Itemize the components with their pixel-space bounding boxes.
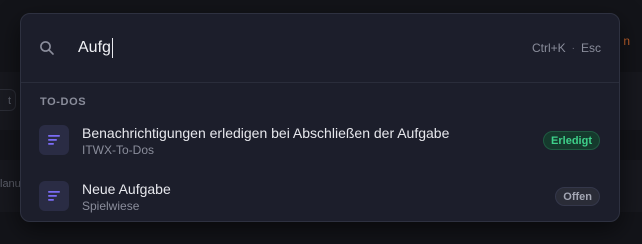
- background-label: lanu: [0, 178, 21, 190]
- background-chip: t: [0, 89, 16, 111]
- list-lines-icon: [48, 135, 60, 145]
- search-icon: [40, 41, 54, 55]
- item-icon-container: [39, 181, 69, 211]
- item-title: Neue Aufgabe: [82, 181, 171, 197]
- item-icon-container: [39, 125, 69, 155]
- shortcut-hint: Ctrl+K · Esc: [532, 41, 601, 55]
- item-text: Neue Aufgabe Spielwiese: [82, 180, 171, 214]
- status-badge: Offen: [555, 186, 600, 206]
- status-badge: Erledigt: [543, 130, 600, 150]
- section-heading: TO-DOS: [40, 96, 87, 108]
- background-accent-text: n: [623, 34, 630, 48]
- search-input-value: Aufg: [78, 39, 111, 56]
- result-item[interactable]: Benachrichtigungen erledigen bei Abschli…: [21, 114, 619, 166]
- list-lines-icon: [48, 191, 60, 201]
- shortcut-separator: ·: [571, 42, 575, 54]
- item-text: Benachrichtigungen erledigen bei Abschli…: [82, 124, 449, 158]
- text-caret: [111, 38, 114, 58]
- item-subtitle: ITWX-To-Dos: [82, 143, 154, 157]
- result-item[interactable]: Neue Aufgabe Spielwiese Offen: [21, 170, 619, 221]
- item-subtitle: Spielwiese: [82, 199, 140, 213]
- escape-key: Esc: [580, 41, 601, 55]
- item-title: Benachrichtigungen erledigen bei Abschli…: [82, 125, 450, 141]
- search-row: Aufg Ctrl+K · Esc: [21, 14, 619, 83]
- shortcut-key: Ctrl+K: [531, 41, 566, 55]
- search-input[interactable]: Aufg: [78, 36, 114, 60]
- command-palette: Aufg Ctrl+K · Esc TO-DOS Benachrichtigun…: [20, 13, 620, 222]
